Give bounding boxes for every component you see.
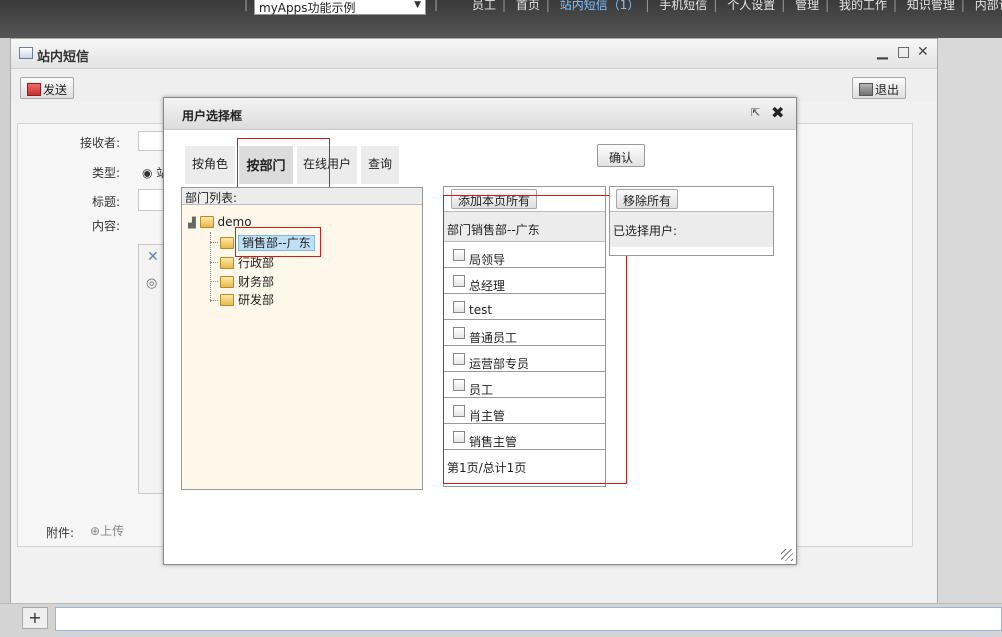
minimize-icon[interactable]: ▁ [877,44,888,60]
tree-root[interactable]: ▟ demo [188,215,252,229]
upload-icon: ⊕ [90,524,101,538]
subject-label: 标题: [92,195,121,209]
list-item: 肖主管 [444,398,605,424]
user-checkbox[interactable] [453,249,465,261]
image-icon[interactable]: ◎ [146,276,157,291]
header-divider: | [434,0,439,11]
tab-by-role[interactable]: 按角色 [185,146,235,184]
upload-button[interactable]: ⊕上传 [90,522,124,539]
dialog-title: 用户选择框 [182,109,243,123]
tree-expand-icon: ▟ [188,218,196,229]
selected-toolbar: 移除所有 [610,187,773,212]
add-tab-button[interactable]: + [22,607,48,629]
dialog-titlebar: 用户选择框 ⇱ ✖ [164,98,796,130]
user-select-dialog: 用户选择框 ⇱ ✖ 按角色 按部门 在线用户 查询 确认 部门列表: ▟ dem… [163,97,797,565]
user-list-toolbar: 添加本页所有 [444,187,605,212]
bottom-bar: + [0,603,1002,637]
nav-sms[interactable]: 手机短信 [659,0,707,12]
list-item: test [444,294,605,320]
nav-personal-settings[interactable]: 个人设置 [727,0,775,12]
maximize-icon[interactable]: □ [897,44,910,60]
nav-home[interactable]: 首页 [516,0,540,12]
confirm-button[interactable]: 确认 [597,144,645,167]
selected-users-label: 已选择用户: [610,212,773,247]
nav-my-work[interactable]: 我的工作 [839,0,887,12]
nav-employee[interactable]: 员工 [472,0,496,12]
user-checkbox[interactable] [453,275,465,287]
send-button[interactable]: 发送 [20,77,75,99]
nav-forum[interactable]: 内部论 [975,0,1002,12]
user-checkbox[interactable] [453,431,465,443]
close-icon[interactable]: ✕ [917,44,929,60]
selected-users-panel: 移除所有 已选择用户: [609,186,774,256]
type-label: 类型: [92,166,121,180]
list-item: 总经理 [444,268,605,294]
window-icon [19,47,33,59]
window-title: 站内短信 [37,50,90,65]
folder-icon [220,276,234,288]
chevron-down-icon: ▼ [414,0,421,10]
tree-node-sales-guangdong[interactable]: 销售部--广东 [220,234,315,251]
header-divider: | [244,0,249,11]
tree-node-finance[interactable]: 财务部 [220,273,274,290]
nav-internal-message[interactable]: 站内短信（1） [560,0,640,12]
user-checkbox[interactable] [453,301,465,313]
send-icon [27,83,41,96]
user-list-panel: 添加本页所有 部门销售部--广东 局领导 总经理 test 普通员工 运营部专员… [443,186,606,487]
user-checkbox[interactable] [453,327,465,339]
exit-icon [859,83,873,96]
attachment-label: 附件: [46,526,75,540]
folder-icon [199,216,214,228]
tree-node-rnd[interactable]: 研发部 [220,291,274,308]
close-icon[interactable]: ✖ [771,103,784,122]
tab-online-users[interactable]: 在线用户 [297,146,357,184]
window-titlebar: 站内短信 ▁ □ ✕ [11,39,937,69]
list-item: 运营部专员 [444,346,605,372]
add-page-all-button[interactable]: 添加本页所有 [451,189,538,209]
folder-icon [220,257,234,269]
list-item: 销售主管 [444,424,605,450]
top-nav: 员工 | 首页 | 站内短信（1） | 手机短信 | 个人设置 | 管理 | 我的工作 | 知… [472,0,1002,13]
tab-by-department[interactable]: 按部门 [239,146,293,184]
resize-grip-icon[interactable] [781,549,793,561]
pager-text: 第1页/总计1页 [447,461,527,475]
folder-icon [220,237,234,249]
app-select-value: myApps功能示例 [259,1,356,15]
popout-icon[interactable]: ⇱ [751,106,760,119]
receiver-label: 接收者: [80,136,121,150]
folder-icon [220,294,234,306]
tab-search[interactable]: 查询 [361,146,399,184]
nav-admin[interactable]: 管理 [795,0,819,12]
app-select[interactable]: myApps功能示例 ▼ [254,0,426,15]
tree-node-admin[interactable]: 行政部 [220,254,274,271]
remove-all-button[interactable]: 移除所有 [616,189,679,209]
left-column [0,38,10,637]
bottom-tab-strip [55,607,1002,631]
list-item: 普通员工 [444,320,605,346]
content-label: 内容: [92,219,121,233]
list-item: 局领导 [444,242,605,268]
user-checkbox[interactable] [453,353,465,365]
department-list-header: 部门列表: [182,188,422,205]
user-checkbox[interactable] [453,405,465,417]
user-checkbox[interactable] [453,379,465,391]
list-item: 员工 [444,372,605,398]
cut-icon[interactable]: ✕ [147,249,159,265]
top-header: | myApps功能示例 ▼ | 员工 | 首页 | 站内短信（1） | 手机短信 | … [0,0,1002,38]
nav-knowledge[interactable]: 知识管理 [907,0,955,12]
current-department: 部门销售部--广东 [444,212,605,242]
department-panel: 部门列表: ▟ demo 销售部--广东 行政部 财务部 研发部 [181,187,423,490]
exit-button[interactable]: 退出 [852,77,907,99]
